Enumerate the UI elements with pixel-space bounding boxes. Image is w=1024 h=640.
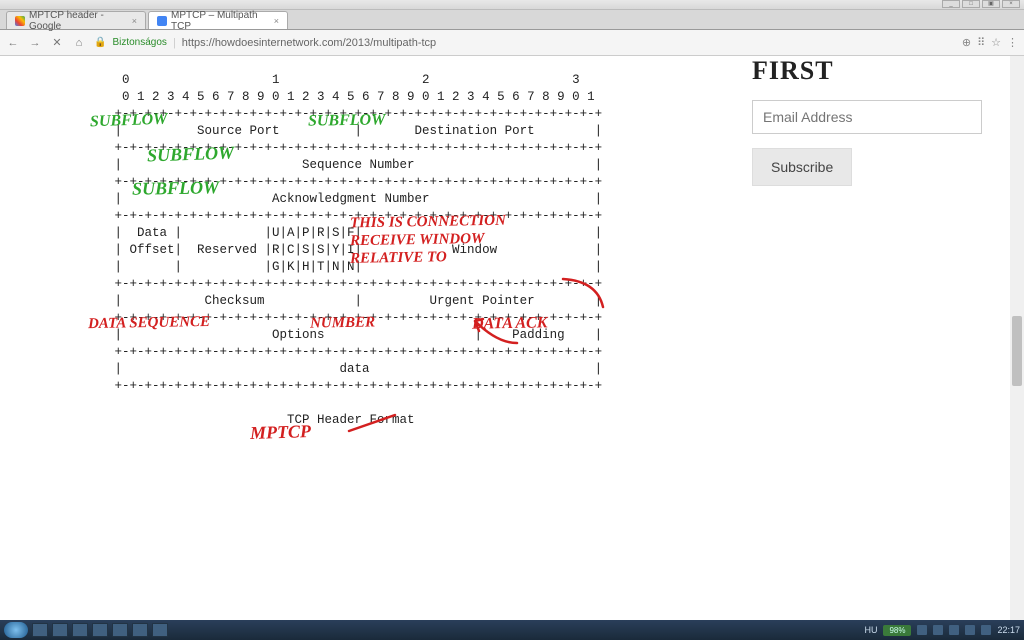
close-window-button[interactable]: × <box>1002 0 1020 8</box>
tab-mptcp-article[interactable]: MPTCP – Multipath TCP × <box>148 11 288 29</box>
windows-taskbar: HU 98% 22:17 <box>0 620 1024 640</box>
diagram-line: +-+-+-+-+-+-+-+-+-+-+-+-+-+-+-+-+-+-+-+-… <box>92 107 602 121</box>
taskbar-app-icon[interactable] <box>72 623 88 637</box>
diagram-line: +-+-+-+-+-+-+-+-+-+-+-+-+-+-+-+-+-+-+-+-… <box>92 345 602 359</box>
tab-label: MPTCP – Multipath TCP <box>171 10 266 32</box>
tray-icon[interactable] <box>981 625 991 635</box>
url-text: https://howdoesinternetwork.com/2013/mul… <box>182 37 436 49</box>
nav-right: ⊕ ⠿ ☆ ⋮ <box>962 36 1018 49</box>
diagram-line: | data | <box>92 362 602 376</box>
close-tab-icon[interactable]: × <box>274 16 279 26</box>
minimize-button[interactable]: _ <box>942 0 960 8</box>
zoom-icon[interactable]: ⊕ <box>962 36 971 49</box>
vertical-scrollbar[interactable] <box>1010 56 1024 620</box>
page-content: 0 1 2 3 0 1 2 3 4 5 6 7 8 9 0 1 2 3 4 5 … <box>12 56 1012 620</box>
clock[interactable]: 22:17 <box>997 625 1020 635</box>
email-field[interactable] <box>752 100 982 134</box>
diagram-line: +-+-+-+-+-+-+-+-+-+-+-+-+-+-+-+-+-+-+-+-… <box>92 379 602 393</box>
back-button[interactable]: ← <box>6 37 20 49</box>
main-column: 0 1 2 3 0 1 2 3 4 5 6 7 8 9 0 1 2 3 4 5 … <box>62 56 682 620</box>
taskbar-app-icon[interactable] <box>32 623 48 637</box>
tray-icon[interactable] <box>933 625 943 635</box>
tab-label: MPTCP header - Google <box>29 10 124 32</box>
window-buttons: _ □ ▣ × <box>942 0 1020 8</box>
taskbar-app-icon[interactable] <box>112 623 128 637</box>
taskbar-app-icon[interactable] <box>152 623 168 637</box>
diagram-line: 0 1 2 3 4 5 6 7 8 9 0 1 2 3 4 5 6 7 8 9 … <box>92 90 595 104</box>
translate-icon[interactable]: ⠿ <box>977 36 985 49</box>
tray-icon[interactable] <box>965 625 975 635</box>
language-indicator[interactable]: HU <box>864 625 877 635</box>
taskbar-app-icon[interactable] <box>52 623 68 637</box>
subscribe-button[interactable]: Subscribe <box>752 148 852 186</box>
bookmark-star-icon[interactable]: ☆ <box>991 36 1001 49</box>
sidebar-title: FIRST <box>752 56 982 86</box>
url-separator: | <box>173 37 176 49</box>
sidebar: FIRST Subscribe <box>742 56 992 206</box>
diagram-line: 0 1 2 3 <box>92 73 580 87</box>
window-chrome: _ □ ▣ × <box>0 0 1024 10</box>
secure-label: Biztonságos <box>112 37 166 48</box>
annotation-arrow-icon <box>392 298 452 328</box>
home-button[interactable]: ⌂ <box>72 37 86 49</box>
forward-button[interactable]: → <box>28 37 42 49</box>
diagram-line: | Sequence Number | <box>92 158 602 172</box>
diagram-line: | Data | |U|A|P|R|S|F| | <box>92 226 602 240</box>
taskbar-app-icon[interactable] <box>132 623 148 637</box>
annotation-strike-icon <box>272 396 332 416</box>
scroll-thumb[interactable] <box>1012 316 1022 386</box>
google-favicon-icon <box>15 16 25 26</box>
diagram-line: +-+-+-+-+-+-+-+-+-+-+-+-+-+-+-+-+-+-+-+-… <box>92 141 602 155</box>
diagram-line: | Offset| Reserved |R|C|S|S|Y|I| Window … <box>92 243 602 257</box>
page-viewport: 0 1 2 3 0 1 2 3 4 5 6 7 8 9 0 1 2 3 4 5 … <box>0 56 1024 620</box>
diagram-line: | Source Port | Destination Port | <box>92 124 602 138</box>
diagram-line: +-+-+-+-+-+-+-+-+-+-+-+-+-+-+-+-+-+-+-+-… <box>92 175 602 189</box>
system-tray: HU 98% 22:17 <box>864 625 1020 636</box>
maximize-button[interactable]: □ <box>962 0 980 8</box>
diagram-line: +-+-+-+-+-+-+-+-+-+-+-+-+-+-+-+-+-+-+-+-… <box>92 209 602 223</box>
diagram-line: | Acknowledgment Number | <box>92 192 602 206</box>
site-favicon-icon <box>157 16 167 26</box>
taskbar-app-icon[interactable] <box>92 623 108 637</box>
lock-icon: 🔒 <box>94 37 106 48</box>
tab-strip: MPTCP header - Google × MPTCP – Multipat… <box>0 10 1024 30</box>
battery-indicator[interactable]: 98% <box>883 625 911 636</box>
nav-bar: ← → ✕ ⌂ 🔒 Biztonságos | https://howdoesi… <box>0 30 1024 56</box>
close-tab-icon[interactable]: × <box>132 16 137 26</box>
chrome-menu-icon[interactable]: ⋮ <box>1007 36 1018 49</box>
tab-google-search[interactable]: MPTCP header - Google × <box>6 11 146 29</box>
address-bar[interactable]: 🔒 Biztonságos | https://howdoesinternetw… <box>94 37 954 49</box>
annotation-curve-icon <box>482 258 542 298</box>
tray-icon[interactable] <box>917 625 927 635</box>
tray-icon[interactable] <box>949 625 959 635</box>
restore-button[interactable]: ▣ <box>982 0 1000 8</box>
stop-reload-button[interactable]: ✕ <box>50 36 64 49</box>
start-button[interactable] <box>4 622 28 638</box>
tcp-header-diagram: 0 1 2 3 0 1 2 3 4 5 6 7 8 9 0 1 2 3 4 5 … <box>92 66 652 620</box>
